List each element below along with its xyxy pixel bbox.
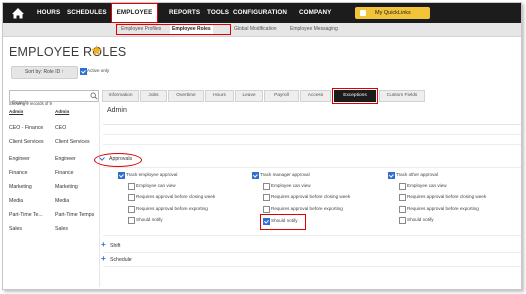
top-nav-bar: HOURS SCHEDULES EMPLOYEE REPORTS TOOLS C… xyxy=(3,3,521,23)
list-item-id[interactable]: Media xyxy=(55,198,69,204)
list-item-id[interactable]: Finance xyxy=(55,170,73,176)
tab-hours[interactable]: Hours xyxy=(205,90,234,102)
checkbox-label: Requires approval before exporting xyxy=(136,206,208,211)
track-other-approval-checkbox[interactable] xyxy=(388,172,395,179)
divider xyxy=(103,235,521,236)
page-title: EMPLOYEE ROLES xyxy=(9,45,127,59)
tab-payroll[interactable]: Payroll xyxy=(264,90,299,102)
track-employee-approval-label: Track employee approval xyxy=(126,172,178,177)
checkbox-label: Employee can view xyxy=(271,183,311,188)
tab-jobs[interactable]: Jobs xyxy=(140,90,167,102)
checkbox[interactable] xyxy=(263,206,270,213)
tab-overtime[interactable]: Overtime xyxy=(168,90,204,102)
checkbox-label: Requires approval before exporting xyxy=(407,206,479,211)
subnav-global-modification[interactable]: Global Modification xyxy=(232,25,279,34)
chevron-down-icon[interactable] xyxy=(99,157,105,161)
nav-tools[interactable]: TOOLS xyxy=(207,3,229,23)
star-icon[interactable] xyxy=(90,44,103,57)
nav-configuration[interactable]: CONFIGURATION xyxy=(233,3,287,23)
plus-icon[interactable]: + xyxy=(101,240,106,249)
list-item[interactable]: Client Services xyxy=(9,139,44,145)
track-employee-approval-checkbox[interactable] xyxy=(118,172,125,179)
checkbox[interactable] xyxy=(128,217,135,224)
app-window: HOURS SCHEDULES EMPLOYEE REPORTS TOOLS C… xyxy=(2,2,522,290)
nav-reports[interactable]: REPORTS xyxy=(169,3,200,23)
track-manager-approval-label: Track manager approval xyxy=(260,172,310,177)
link-icon xyxy=(360,10,366,16)
checkbox[interactable] xyxy=(399,217,406,224)
list-item[interactable]: Marketing xyxy=(9,184,32,190)
track-other-approval-label: Track other approval xyxy=(396,172,438,177)
search-icon[interactable] xyxy=(90,92,98,100)
active-only-checkbox[interactable] xyxy=(80,68,87,75)
checkbox-label: Requires approval before closing week xyxy=(136,194,216,199)
checkbox[interactable] xyxy=(399,194,406,201)
role-title: Admin xyxy=(107,107,127,114)
list-item-id[interactable]: CEO xyxy=(55,125,66,131)
list-item[interactable]: Part-Time Te... xyxy=(9,212,43,218)
list-item[interactable]: CEO - Finance xyxy=(9,125,43,131)
checkbox[interactable] xyxy=(128,206,135,213)
checkbox[interactable] xyxy=(399,183,406,190)
checkbox-label: Employee can view xyxy=(136,183,176,188)
nav-company[interactable]: COMPANY xyxy=(299,3,331,23)
shift-section-toggle[interactable]: Shift xyxy=(110,243,120,249)
track-manager-approval-checkbox[interactable] xyxy=(252,172,259,179)
checkbox[interactable] xyxy=(128,183,135,190)
nav-schedules[interactable]: SCHEDULES xyxy=(67,3,107,23)
divider xyxy=(103,252,521,253)
checkbox-label: Should notify xyxy=(407,217,434,222)
checkbox-label: Employee can view xyxy=(407,183,447,188)
checkbox-label: Requires approval before closing week xyxy=(271,194,351,199)
list-item[interactable]: Sales xyxy=(9,226,22,232)
list-item-id[interactable]: Marketing xyxy=(55,184,78,190)
home-icon[interactable] xyxy=(11,6,25,20)
divider xyxy=(103,167,521,168)
tab-access[interactable]: Access xyxy=(300,90,331,102)
approvals-section-toggle[interactable]: Approvals xyxy=(109,156,132,162)
tab-exceptions[interactable]: Exceptions xyxy=(332,88,378,104)
nav-hours[interactable]: HOURS xyxy=(37,3,60,23)
records-count: Showing 9 records of 9 xyxy=(9,101,52,106)
list-item[interactable]: Media xyxy=(9,198,23,204)
checkbox-label: Requires approval before closing week xyxy=(407,194,487,199)
subnav-employee-profiles[interactable]: Employee Profiles xyxy=(119,25,163,34)
checkbox[interactable] xyxy=(263,183,270,190)
nav-employee[interactable]: EMPLOYEE xyxy=(111,3,158,23)
quicklinks-label: My QuickLinks xyxy=(375,10,411,16)
list-header-name[interactable]: Admin xyxy=(9,109,23,114)
checkbox[interactable] xyxy=(263,194,270,201)
should-notify-highlight xyxy=(260,214,306,230)
list-item[interactable]: Finance xyxy=(9,170,27,176)
plus-icon[interactable]: + xyxy=(101,254,106,263)
schedule-section-toggle[interactable]: Schedule xyxy=(110,257,132,263)
tab-custom-fields[interactable]: Custom Fields xyxy=(379,90,425,102)
sub-nav-bar: Employee Profiles Employee Roles Global … xyxy=(3,23,521,37)
sort-button[interactable]: Sort by: Role ID ↑ xyxy=(11,66,78,79)
checkbox[interactable] xyxy=(399,206,406,213)
list-item-id[interactable]: Sales xyxy=(55,226,68,232)
divider xyxy=(103,124,521,125)
divider xyxy=(103,266,521,267)
divider xyxy=(103,134,521,135)
list-item-id[interactable]: Part-Time Temps xyxy=(55,212,94,218)
list-item-id[interactable]: Engineer xyxy=(55,156,76,162)
checkbox-label: Requires approval before exporting xyxy=(271,206,343,211)
quicklinks-button[interactable]: My QuickLinks xyxy=(355,7,430,19)
list-header-id[interactable]: Admin xyxy=(55,109,69,114)
checkbox[interactable] xyxy=(128,194,135,201)
divider xyxy=(103,144,521,145)
tab-leave[interactable]: Leave xyxy=(235,90,263,102)
subnav-employee-roles[interactable]: Employee Roles xyxy=(170,25,213,34)
subnav-employee-messaging[interactable]: Employee Messaging xyxy=(288,25,340,34)
list-item-id[interactable]: Client Services xyxy=(55,139,90,145)
checkbox-label: Should notify xyxy=(136,217,163,222)
active-only-label: Active only xyxy=(87,68,110,73)
list-item[interactable]: Engineer xyxy=(9,156,30,162)
tab-information[interactable]: Information xyxy=(102,90,139,102)
